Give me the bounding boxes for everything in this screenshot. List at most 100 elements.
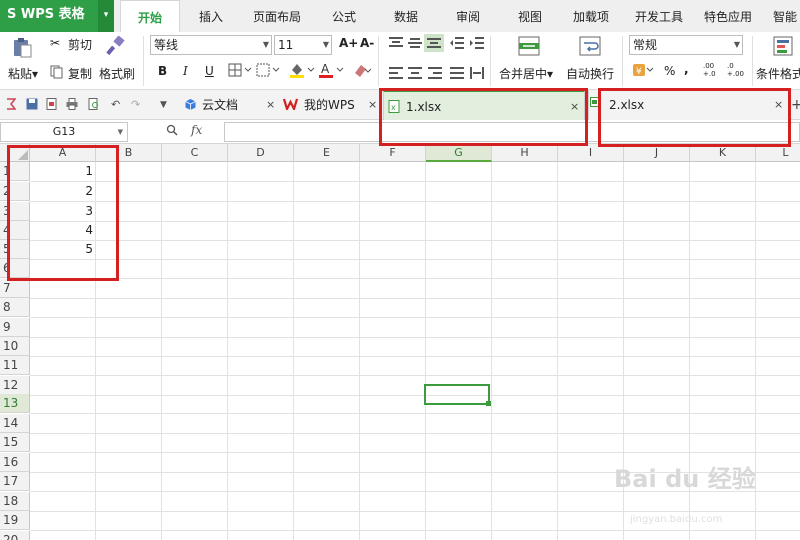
grid-column-line (293, 162, 294, 540)
tab-review[interactable]: 审阅 (456, 0, 480, 32)
ribbon-toolbar: 粘贴▾ ✂ 剪切 复制 格式刷 等线 ▼ 11 ▼ A+ A- B I U A (0, 32, 800, 90)
wrap-text-icon[interactable] (579, 36, 601, 59)
borders-icon[interactable] (228, 63, 252, 80)
tab-view[interactable]: 视图 (518, 0, 542, 32)
row-header-9[interactable]: 9 (0, 318, 30, 337)
conditional-format-icon[interactable] (773, 36, 793, 59)
distribute-icon[interactable] (470, 67, 484, 82)
column-header-F[interactable]: F (360, 144, 426, 162)
export-pdf-icon[interactable] (46, 98, 58, 113)
grid-column-line (359, 162, 360, 540)
save-icon[interactable] (26, 98, 38, 113)
tab-data[interactable]: 数据 (394, 0, 418, 32)
insert-function-button[interactable]: fx (191, 123, 202, 137)
merge-center-button[interactable]: 合并居中▾ (499, 65, 553, 82)
row-header-10[interactable]: 10 (0, 337, 30, 356)
row-header-15[interactable]: 15 (0, 433, 30, 452)
row-header-18[interactable]: 18 (0, 492, 30, 511)
tab-page-layout[interactable]: 页面布局 (253, 0, 301, 32)
merge-center-icon[interactable] (518, 36, 540, 59)
row-header-13[interactable]: 13 (0, 394, 30, 413)
tab-addins[interactable]: 加载项 (573, 0, 609, 32)
grid-row-line (30, 317, 800, 318)
fill-color-icon[interactable] (289, 62, 315, 81)
row-header-12[interactable]: 12 (0, 376, 30, 395)
zoom-icon[interactable] (166, 124, 178, 139)
tab-cloud-docs[interactable]: 云文档 × (180, 90, 278, 120)
undo-icon[interactable]: ↶ (111, 98, 120, 111)
align-middle-icon[interactable] (408, 37, 422, 52)
column-header-H[interactable]: H (492, 144, 558, 162)
align-top-icon[interactable] (389, 37, 403, 52)
quick-access-dropdown-icon[interactable]: ▼ (160, 100, 167, 110)
bold-button[interactable]: B (158, 64, 167, 78)
redo-icon[interactable]: ↷ (131, 98, 140, 111)
currency-icon[interactable]: ¥ (632, 63, 654, 80)
tab-formulas[interactable]: 公式 (332, 0, 356, 32)
new-tab-button[interactable]: + (791, 90, 800, 120)
comma-style-button[interactable]: , (684, 62, 689, 76)
row-header-19[interactable]: 19 (0, 511, 30, 530)
close-icon[interactable]: × (368, 90, 377, 120)
row-header-17[interactable]: 17 (0, 472, 30, 491)
align-center-icon[interactable] (408, 67, 422, 82)
wrap-text-button[interactable]: 自动换行 (566, 65, 614, 82)
paste-button[interactable]: 粘贴▾ (8, 65, 38, 82)
clear-format-icon[interactable] (352, 63, 372, 80)
align-right-icon[interactable] (428, 67, 442, 82)
format-painter-button[interactable]: 格式刷 (99, 65, 135, 82)
tab-developer[interactable]: 开发工具 (635, 0, 683, 32)
font-name-select[interactable]: 等线 ▼ (150, 35, 272, 55)
app-logo[interactable]: S WPS 表格 (0, 0, 98, 32)
column-header-G[interactable]: G (426, 144, 492, 162)
tab-my-wps[interactable]: 我的WPS × (278, 90, 378, 120)
underline-button[interactable]: U (205, 64, 214, 78)
align-bottom-icon[interactable] (424, 34, 444, 52)
column-header-E[interactable]: E (294, 144, 360, 162)
row-header-16[interactable]: 16 (0, 453, 30, 472)
tab-insert[interactable]: 插入 (199, 0, 223, 32)
row-header-8[interactable]: 8 (0, 298, 30, 317)
align-left-icon[interactable] (389, 67, 403, 82)
print-icon[interactable] (66, 98, 78, 113)
font-color-icon[interactable]: A (318, 62, 344, 81)
row-header-14[interactable]: 14 (0, 414, 30, 433)
paste-icon[interactable] (10, 36, 34, 58)
format-painter-icon[interactable] (106, 35, 126, 59)
print-preview-icon[interactable] (88, 98, 100, 113)
number-format-select[interactable]: 常规 ▼ (629, 35, 743, 55)
grid-row-line (30, 181, 800, 182)
copy-icon[interactable] (50, 65, 63, 82)
row-header-11[interactable]: 11 (0, 356, 30, 375)
row-header-7[interactable]: 7 (0, 279, 30, 298)
font-size-select[interactable]: 11 ▼ (274, 35, 332, 55)
fill-pattern-icon[interactable] (256, 63, 280, 80)
increase-decimal-button[interactable]: .00 +.0 (703, 62, 723, 78)
ribbon-separator (378, 36, 379, 86)
tab-special-apps[interactable]: 特色应用 (704, 0, 752, 32)
italic-button[interactable]: I (183, 64, 188, 78)
selected-cell-G13[interactable] (424, 384, 491, 406)
column-header-C[interactable]: C (162, 144, 228, 162)
scissors-icon[interactable]: ✂ (50, 36, 60, 50)
justify-icon[interactable] (450, 67, 464, 82)
column-header-D[interactable]: D (228, 144, 294, 162)
name-box[interactable]: G13 ▼ (0, 122, 128, 142)
percent-button[interactable]: % (664, 64, 675, 78)
increase-font-button[interactable]: A+ (339, 36, 358, 50)
tab-smart[interactable]: 智能 (773, 0, 797, 32)
spreadsheet-grid[interactable]: ABCDEFGHIJKL 1 2 3 4 5 6 7 8 9 10 11 12 13 14 15 16 17 18… (0, 144, 800, 540)
close-icon[interactable]: × (266, 90, 275, 120)
indent-decrease-icon[interactable] (450, 37, 464, 52)
decrease-decimal-button[interactable]: .0 +.00 (727, 62, 747, 78)
row-header-20[interactable]: 20 (0, 531, 30, 540)
cut-button[interactable]: 剪切 (68, 36, 92, 53)
indent-increase-icon[interactable] (470, 37, 484, 52)
copy-button[interactable]: 复制 (68, 65, 92, 82)
wps-menu-icon[interactable] (6, 98, 17, 113)
tab-home[interactable]: 开始 (120, 0, 180, 32)
app-menu-dropdown-icon[interactable]: ▾ (98, 0, 114, 32)
conditional-format-button[interactable]: 条件格式 (756, 65, 800, 82)
decrease-font-button[interactable]: A- (360, 36, 374, 50)
highlight-box-column-a (7, 145, 119, 281)
